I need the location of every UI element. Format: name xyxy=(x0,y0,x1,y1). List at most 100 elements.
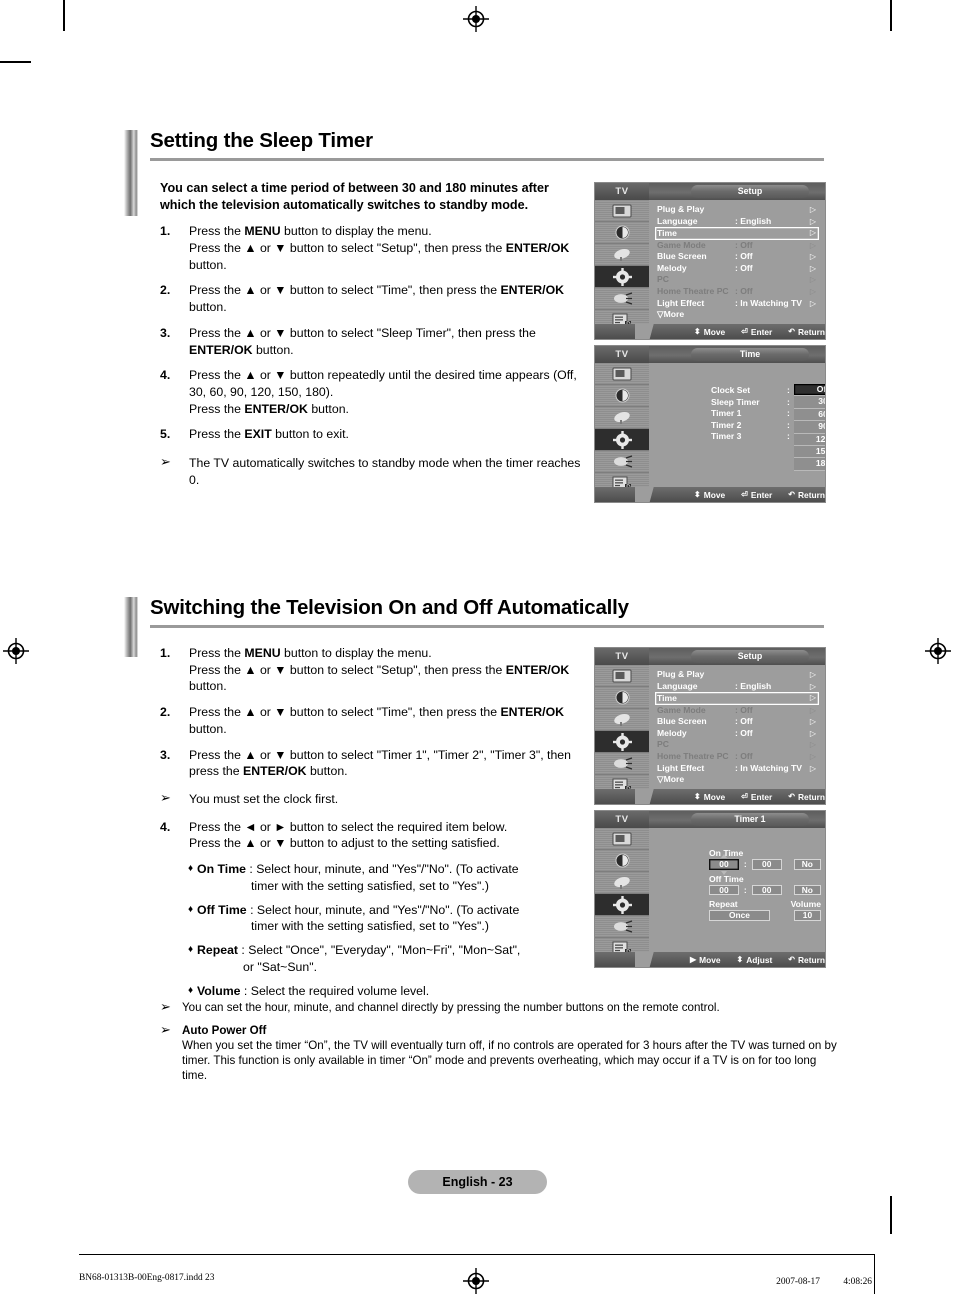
sleep-timer-option[interactable]: 60 xyxy=(794,408,825,422)
osd-time-key[interactable]: Clock Set xyxy=(711,385,760,397)
crop-mark-top-left-horizontal xyxy=(0,61,31,63)
step-text: Press the EXIT button to exit. xyxy=(189,426,590,443)
osd-time-key[interactable]: Timer 2 xyxy=(711,420,760,432)
sleep-timer-option[interactable]: 180 xyxy=(794,458,825,471)
osd-row-key: Blue Screen xyxy=(657,251,707,262)
input-connection-icon[interactable] xyxy=(595,916,649,938)
osd-time-key[interactable]: Timer 3 xyxy=(711,431,760,443)
osd-row-value: : Off xyxy=(735,262,753,273)
return-arrow-icon: ↶ xyxy=(788,792,795,801)
osd-colon: : xyxy=(787,408,790,419)
sound-icon[interactable] xyxy=(595,222,649,244)
step-text-part: button. xyxy=(307,401,349,416)
osd-row-more[interactable]: ▽More xyxy=(657,774,819,786)
sleep-timer-option-selected[interactable]: Off xyxy=(794,384,825,397)
setup-gear-icon[interactable] xyxy=(595,894,649,916)
enter-key-icon: ⏎ xyxy=(741,327,748,336)
picture-icon[interactable] xyxy=(595,363,649,385)
on-time-hour-field[interactable]: 00 xyxy=(709,854,739,874)
diamond-bullet-icon: ♦ xyxy=(188,903,194,915)
osd-icon-rail: D xyxy=(595,828,649,967)
osd-row[interactable]: Melody: Off ▷ xyxy=(657,728,819,740)
step-number: 3. xyxy=(160,747,171,762)
step-key-label: ENTER/OK xyxy=(189,342,253,357)
osd-row[interactable]: Plug & Play ▷ xyxy=(657,204,819,216)
channel-dish-icon[interactable] xyxy=(595,244,649,266)
channel-dish-icon[interactable] xyxy=(595,709,649,731)
chevron-right-icon: ▷ xyxy=(809,705,817,715)
input-connection-icon[interactable] xyxy=(595,753,649,775)
osd-row[interactable]: Light Effect: In Watching TV ▷ xyxy=(657,298,819,310)
sleep-timer-option[interactable]: 120 xyxy=(794,433,825,446)
sleep-timer-option[interactable]: 150 xyxy=(794,445,825,459)
volume-field[interactable]: 10 xyxy=(793,910,821,921)
bullet-body: Volume : Select the required volume leve… xyxy=(197,983,590,1000)
note-glyph-icon: ➢ xyxy=(160,999,171,1014)
osd-hint-label: Move xyxy=(699,954,721,965)
osd-setup-menu-2: TV Setup D Plug & Play ▷ Language: Englis… xyxy=(595,648,825,804)
osd-row[interactable]: Language: English ▷ xyxy=(657,681,819,693)
osd-menu-list: Plug & Play ▷ Language: English ▷ Time ▷ Ga… xyxy=(649,665,825,789)
crop-mark-bottom-right-vertical xyxy=(890,1196,892,1234)
osd-row[interactable]: Light Effect: In Watching TV ▷ xyxy=(657,763,819,775)
off-time-label: Off Time xyxy=(709,873,744,884)
channel-dish-icon[interactable] xyxy=(595,872,649,894)
sound-icon[interactable] xyxy=(595,385,649,407)
osd-source-label: TV xyxy=(595,648,649,665)
osd-time-keys: Clock Set Sleep Timer Timer 1 Timer 2 Ti… xyxy=(711,385,760,443)
sleep-timer-option[interactable]: 90 xyxy=(794,421,825,434)
section2-bullets: ♦ On Time : Select hour, minute, and "Ye… xyxy=(160,861,590,999)
osd-row[interactable]: Blue Screen: Off ▷ xyxy=(657,716,819,728)
osd-hint-label: Move xyxy=(703,326,726,337)
osd-row[interactable]: Home Theatre PC: Off ▷ xyxy=(657,286,819,298)
input-connection-icon[interactable] xyxy=(595,451,649,473)
setup-gear-icon[interactable] xyxy=(595,266,649,288)
crop-mark-top-left-vertical xyxy=(63,0,65,31)
osd-time-key[interactable]: Timer 1 xyxy=(711,408,760,420)
osd-icon-rail: D xyxy=(595,363,649,502)
osd-row[interactable]: Language: English ▷ xyxy=(657,216,819,228)
off-time-activate-field[interactable]: No xyxy=(793,884,821,895)
osd-row[interactable]: Game Mode: Off ▷ xyxy=(657,705,819,717)
osd-row[interactable]: Game Mode: Off ▷ xyxy=(657,240,819,252)
osd-row[interactable]: PC ▷ xyxy=(657,739,819,751)
section-title-sleep-timer: Setting the Sleep Timer xyxy=(150,129,373,152)
section-switching-auto: Switching the Television On and Off Auto… xyxy=(124,597,824,657)
bullet-label: Repeat xyxy=(197,943,239,958)
picture-icon[interactable] xyxy=(595,828,649,850)
off-time-minute-field[interactable]: 00 xyxy=(751,884,782,895)
on-time-minute-field[interactable]: 00 xyxy=(751,859,782,870)
osd-hint-enter: ⏎ Enter xyxy=(741,490,772,500)
osd-row-value: : Off xyxy=(735,251,753,262)
step-text-part: Press the ▲ or ▼ button to select "Setup… xyxy=(189,662,506,677)
setup-gear-icon[interactable] xyxy=(595,429,649,451)
chevron-right-icon: ▷ xyxy=(809,275,817,285)
setup-gear-icon[interactable] xyxy=(595,731,649,753)
osd-row[interactable]: PC ▷ xyxy=(657,274,819,286)
osd-row[interactable]: Plug & Play ▷ xyxy=(657,669,819,681)
osd-row-key: Light Effect xyxy=(657,762,705,773)
osd-row-selected[interactable]: Time ▷ xyxy=(655,227,819,240)
picture-icon[interactable] xyxy=(595,200,649,222)
chevron-right-icon: ▷ xyxy=(809,298,817,308)
osd-time-key[interactable]: Sleep Timer xyxy=(711,397,760,409)
sleep-timer-option[interactable]: 30 xyxy=(794,396,825,409)
osd-row[interactable]: Melody: Off ▷ xyxy=(657,263,819,275)
off-time-hour-field[interactable]: 00 xyxy=(709,884,739,895)
picture-icon[interactable] xyxy=(595,665,649,687)
channel-dish-icon[interactable] xyxy=(595,407,649,429)
osd-row-selected[interactable]: Time ▷ xyxy=(655,692,819,705)
section2-footnotes: ➢ You can set the hour, minute, and chan… xyxy=(160,1000,840,1091)
on-time-activate-field[interactable]: No xyxy=(793,859,821,870)
repeat-field[interactable]: Once xyxy=(709,910,770,921)
osd-row-more[interactable]: ▽More xyxy=(657,309,819,321)
osd-row[interactable]: Home Theatre PC: Off ▷ xyxy=(657,751,819,763)
sound-icon[interactable] xyxy=(595,850,649,872)
sound-icon[interactable] xyxy=(595,687,649,709)
osd-hint-return: ↶ Return xyxy=(788,792,825,802)
step-text-part: button. xyxy=(306,764,348,779)
footnote-heading: Auto Power Off xyxy=(182,1024,267,1038)
osd-row[interactable]: Blue Screen: Off ▷ xyxy=(657,251,819,263)
input-connection-icon[interactable] xyxy=(595,288,649,310)
note-text: You must set the clock first. xyxy=(189,792,339,807)
